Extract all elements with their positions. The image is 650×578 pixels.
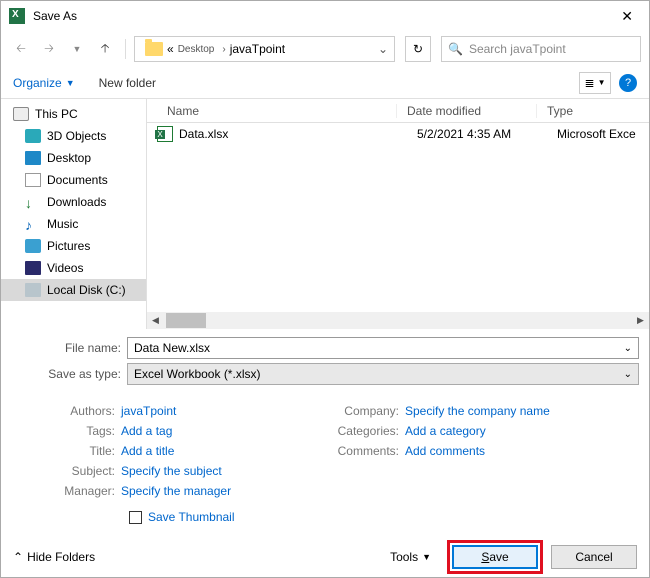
title-label: Title: <box>11 444 121 458</box>
folder-icon <box>145 42 163 56</box>
company-label: Company: <box>325 404 405 418</box>
filename-input[interactable]: Data New.xlsx ⌄ <box>127 337 639 359</box>
title-value[interactable]: Add a title <box>121 444 174 458</box>
file-row[interactable]: Data.xlsx 5/2/2021 4:35 AM Microsoft Exc… <box>147 123 649 145</box>
tags-value[interactable]: Add a tag <box>121 424 172 438</box>
chevron-right-icon: › <box>222 44 225 55</box>
filename-label: File name: <box>11 341 121 355</box>
download-icon <box>25 195 41 209</box>
chevron-up-icon: ⌃ <box>13 550 23 564</box>
sidebar-item-documents[interactable]: Documents <box>1 169 146 191</box>
desktop-icon <box>25 151 41 165</box>
sidebar-item-local-disk[interactable]: Local Disk (C:) <box>1 279 146 301</box>
save-thumbnail-label: Save Thumbnail <box>148 510 235 524</box>
breadcrumb-item[interactable]: Desktop <box>178 44 215 55</box>
sidebar-item-downloads[interactable]: Downloads <box>1 191 146 213</box>
manager-value[interactable]: Specify the manager <box>121 484 231 498</box>
authors-label: Authors: <box>11 404 121 418</box>
back-button[interactable]: 🡠 <box>9 37 33 61</box>
chevron-down-icon[interactable]: ⌄ <box>624 369 632 380</box>
sidebar-item-pictures[interactable]: Pictures <box>1 235 146 257</box>
save-as-type-select[interactable]: Excel Workbook (*.xlsx) ⌄ <box>127 363 639 385</box>
navigation-pane: This PC 3D Objects Desktop Documents Dow… <box>1 99 146 329</box>
chevron-down-icon[interactable]: ⌄ <box>624 343 632 354</box>
breadcrumb-item[interactable]: javaTpoint <box>230 42 285 56</box>
forward-button: 🡢 <box>37 37 61 61</box>
view-options[interactable]: ≣ ▼ <box>579 72 611 94</box>
categories-label: Categories: <box>325 424 405 438</box>
file-date: 5/2/2021 4:35 AM <box>407 127 547 141</box>
search-icon: 🔍 <box>448 42 463 56</box>
close-icon[interactable]: ✕ <box>613 4 641 29</box>
excel-app-icon <box>9 8 25 24</box>
scroll-right-icon[interactable]: ▶ <box>632 312 649 329</box>
authors-value[interactable]: javaTpoint <box>121 404 176 418</box>
scroll-thumb[interactable] <box>166 313 206 328</box>
save-button[interactable]: Save <box>452 545 538 569</box>
company-value[interactable]: Specify the company name <box>405 404 550 418</box>
column-name[interactable]: Name <box>147 104 397 118</box>
search-placeholder: Search javaTpoint <box>469 42 566 56</box>
up-button[interactable]: 🡡 <box>93 37 117 61</box>
chevron-down-icon[interactable]: ⌄ <box>378 42 388 56</box>
file-type: Microsoft Exce <box>547 127 649 141</box>
column-date[interactable]: Date modified <box>397 104 537 118</box>
column-type[interactable]: Type <box>537 104 649 118</box>
pictures-icon <box>25 239 41 253</box>
comments-value[interactable]: Add comments <box>405 444 485 458</box>
recent-dropdown[interactable]: ▼ <box>65 37 89 61</box>
hide-folders-button[interactable]: ⌃ Hide Folders <box>13 550 95 564</box>
chevron-down-icon: ▼ <box>598 78 606 87</box>
refresh-button[interactable]: ↻ <box>405 36 431 62</box>
tags-label: Tags: <box>11 424 121 438</box>
manager-label: Manager: <box>11 484 121 498</box>
address-bar[interactable]: « Desktop › javaTpoint ⌄ <box>134 36 395 62</box>
horizontal-scrollbar[interactable]: ◀ ▶ <box>147 312 649 329</box>
document-icon <box>25 173 41 187</box>
music-icon <box>25 217 41 231</box>
list-icon: ≣ <box>585 76 595 90</box>
chevron-down-icon: ▼ <box>66 78 75 88</box>
disk-icon <box>25 283 41 297</box>
sidebar-item-music[interactable]: Music <box>1 213 146 235</box>
pc-icon <box>13 107 29 121</box>
sidebar-item-3d-objects[interactable]: 3D Objects <box>1 125 146 147</box>
save-as-type-label: Save as type: <box>11 367 121 381</box>
categories-value[interactable]: Add a category <box>405 424 486 438</box>
cube-icon <box>25 129 41 143</box>
save-thumbnail-checkbox[interactable] <box>129 511 142 524</box>
new-folder-button[interactable]: New folder <box>99 76 156 90</box>
subject-label: Subject: <box>11 464 121 478</box>
sidebar-item-this-pc[interactable]: This PC <box>1 103 146 125</box>
scroll-left-icon[interactable]: ◀ <box>147 312 164 329</box>
breadcrumb-prefix: « <box>167 42 174 56</box>
window-title: Save As <box>33 9 613 23</box>
tools-menu[interactable]: Tools ▼ <box>390 550 431 564</box>
excel-file-icon <box>157 126 173 142</box>
help-icon[interactable]: ? <box>619 74 637 92</box>
cancel-button[interactable]: Cancel <box>551 545 637 569</box>
videos-icon <box>25 261 41 275</box>
comments-label: Comments: <box>325 444 405 458</box>
chevron-down-icon: ▼ <box>422 552 431 562</box>
organize-menu[interactable]: Organize ▼ <box>13 76 75 90</box>
search-input[interactable]: 🔍 Search javaTpoint <box>441 36 641 62</box>
sidebar-item-desktop[interactable]: Desktop <box>1 147 146 169</box>
sidebar-item-videos[interactable]: Videos <box>1 257 146 279</box>
subject-value[interactable]: Specify the subject <box>121 464 222 478</box>
file-name: Data.xlsx <box>179 127 407 141</box>
